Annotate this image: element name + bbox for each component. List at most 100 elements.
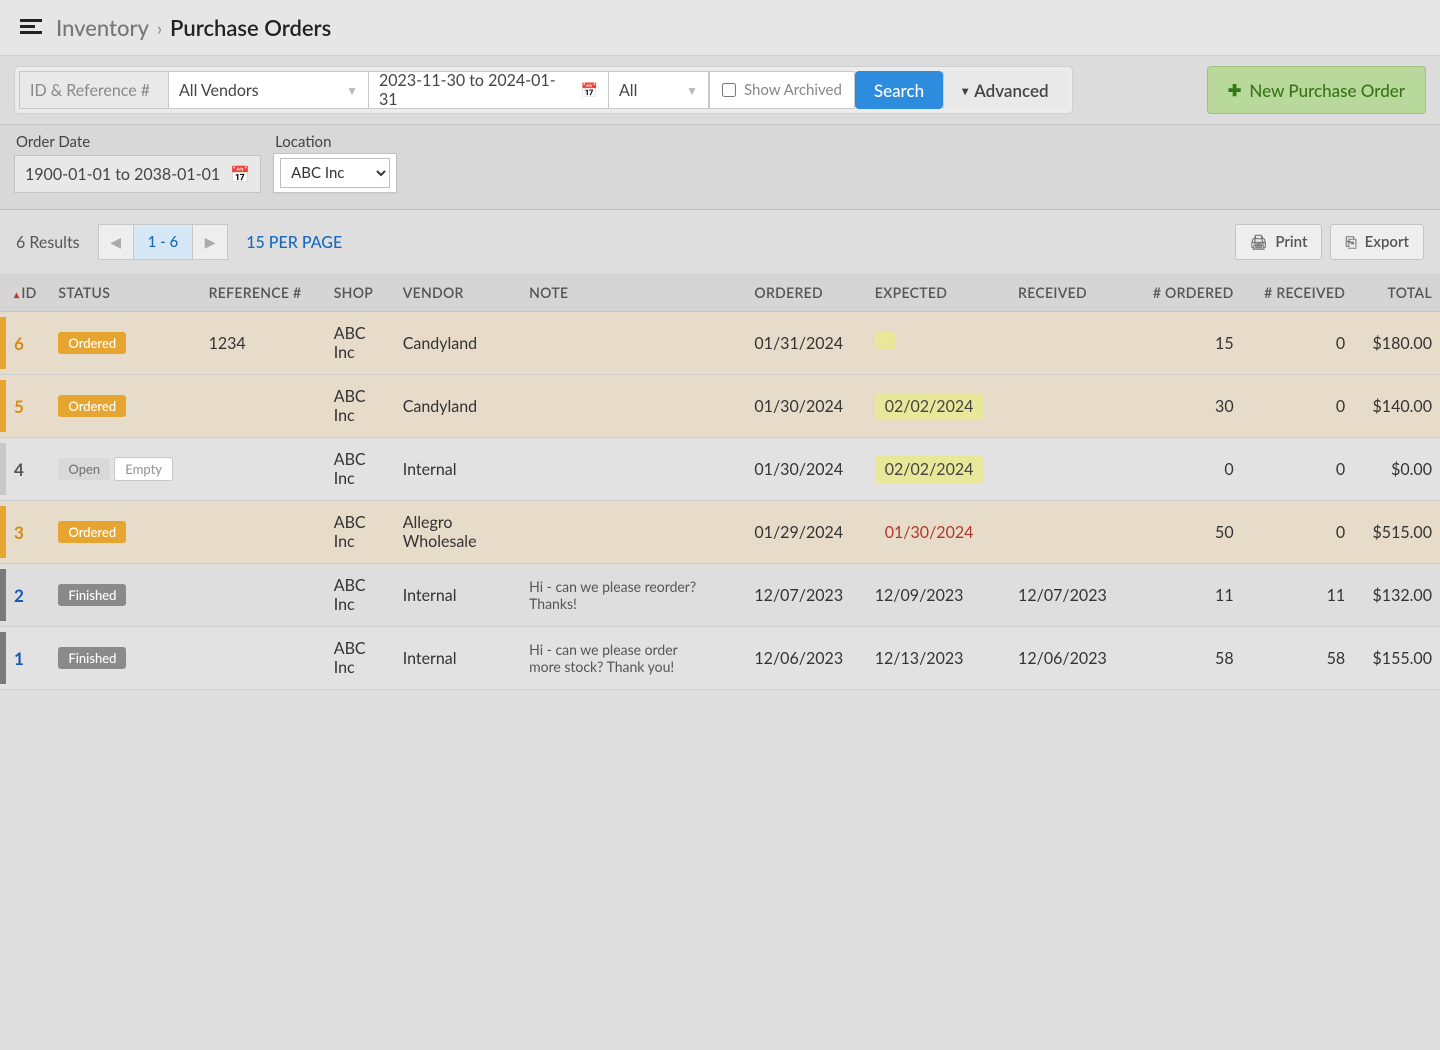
order-id-link[interactable]: 6	[14, 333, 24, 354]
nordered-cell: 30	[1130, 375, 1241, 438]
reference-cell: 1234	[201, 312, 326, 375]
show-archived-checkbox[interactable]	[722, 83, 736, 97]
chevron-down-icon: ▾	[962, 83, 968, 98]
shop-cell: ABC Inc	[326, 438, 395, 501]
advanced-toggle[interactable]: ▾ Advanced	[943, 71, 1068, 109]
breadcrumb-parent[interactable]: Inventory	[56, 14, 149, 41]
nordered-cell: 50	[1130, 501, 1241, 564]
col-total[interactable]: TOTAL	[1353, 274, 1440, 312]
col-nordered[interactable]: # ORDERED	[1130, 274, 1241, 312]
status-badge: Ordered	[58, 395, 126, 417]
per-page-select[interactable]: 15 PER PAGE	[246, 233, 342, 252]
nreceived-cell: 0	[1242, 375, 1354, 438]
export-button[interactable]: ⎘ Export	[1330, 224, 1424, 260]
table-row[interactable]: 6 Ordered 1234 ABC Inc Candyland 01/31/2…	[0, 312, 1440, 375]
location-select[interactable]: ABC Inc	[280, 158, 390, 188]
received-date-cell	[1010, 501, 1130, 564]
status-select[interactable]: All ▼	[609, 71, 709, 109]
date-range-input[interactable]: 2023-11-30 to 2024-01-31 📅	[369, 71, 609, 109]
pager-next[interactable]: ▶	[192, 224, 228, 260]
order-id-link[interactable]: 1	[14, 648, 24, 669]
col-reference[interactable]: REFERENCE #	[201, 274, 326, 312]
table-row[interactable]: 3 Ordered ABC Inc Allegro Wholesale 01/2…	[0, 501, 1440, 564]
col-shop[interactable]: SHOP	[326, 274, 395, 312]
expected-date: 01/30/2024	[875, 519, 984, 546]
total-cell: $0.00	[1353, 438, 1440, 501]
new-purchase-order-button[interactable]: ✚ New Purchase Order	[1207, 66, 1426, 114]
col-vendor[interactable]: VENDOR	[395, 274, 521, 312]
col-id[interactable]: ▴ID	[6, 274, 50, 312]
pager: ◀ 1 - 6 ▶	[98, 224, 229, 260]
shop-cell: ABC Inc	[326, 312, 395, 375]
col-received[interactable]: RECEIVED	[1010, 274, 1130, 312]
total-cell: $180.00	[1353, 312, 1440, 375]
received-date-cell: 12/07/2023	[1010, 564, 1130, 627]
results-count: 6 Results	[16, 233, 80, 252]
export-icon: ⎘	[1345, 233, 1356, 251]
search-input[interactable]: ID & Reference #	[19, 71, 169, 109]
nordered-cell: 11	[1130, 564, 1241, 627]
filter-group: ID & Reference # All Vendors ▼ 2023-11-3…	[14, 66, 1073, 114]
table-row[interactable]: 4 Open Empty ABC Inc Internal 01/30/2024…	[0, 438, 1440, 501]
reference-cell	[201, 564, 326, 627]
order-id-link[interactable]: 3	[14, 522, 24, 543]
caret-down-icon: ▼	[346, 83, 358, 98]
col-nreceived[interactable]: # RECEIVED	[1242, 274, 1354, 312]
print-button[interactable]: 🖨 Print	[1235, 224, 1323, 260]
order-date-filter: Order Date 1900-01-01 to 2038-01-01 📅	[14, 133, 261, 193]
order-id-link[interactable]: 2	[14, 585, 24, 606]
order-date-input[interactable]: 1900-01-01 to 2038-01-01 📅	[14, 155, 261, 193]
chevron-right-icon: ›	[157, 17, 162, 39]
total-cell: $140.00	[1353, 375, 1440, 438]
breadcrumb-header: Inventory › Purchase Orders	[0, 0, 1440, 56]
print-icon: 🖨	[1250, 233, 1268, 251]
orders-table: ▴ID STATUS REFERENCE # SHOP VENDOR NOTE …	[0, 274, 1440, 690]
shop-cell: ABC Inc	[326, 564, 395, 627]
advanced-filters: Order Date 1900-01-01 to 2038-01-01 📅 Lo…	[0, 125, 1440, 210]
vendor-select[interactable]: All Vendors ▼	[169, 71, 369, 109]
table-row[interactable]: 5 Ordered ABC Inc Candyland 01/30/2024 0…	[0, 375, 1440, 438]
nordered-cell: 0	[1130, 438, 1241, 501]
table-row[interactable]: 2 Finished ABC Inc Internal Hi - can we …	[0, 564, 1440, 627]
status-badge: Finished	[58, 647, 126, 669]
search-placeholder: ID & Reference #	[30, 81, 150, 100]
order-id-link[interactable]: 5	[14, 396, 24, 417]
breadcrumb-current: Purchase Orders	[170, 14, 331, 41]
received-date-cell	[1010, 375, 1130, 438]
sort-asc-icon: ▴	[14, 289, 19, 301]
total-cell: $132.00	[1353, 564, 1440, 627]
expected-date: 12/09/2023	[875, 586, 964, 605]
nordered-cell: 15	[1130, 312, 1241, 375]
vendor-cell: Candyland	[395, 375, 521, 438]
shop-cell: ABC Inc	[326, 627, 395, 690]
ordered-date-cell: 01/31/2024	[746, 312, 866, 375]
search-button[interactable]: Search	[855, 71, 943, 109]
col-ordered[interactable]: ORDERED	[746, 274, 866, 312]
vendor-cell: Internal	[395, 627, 521, 690]
reference-cell	[201, 501, 326, 564]
nordered-cell: 58	[1130, 627, 1241, 690]
pager-range[interactable]: 1 - 6	[134, 224, 193, 260]
order-id-link[interactable]: 4	[14, 459, 24, 480]
pager-prev[interactable]: ◀	[98, 224, 134, 260]
vendor-cell: Candyland	[395, 312, 521, 375]
col-status[interactable]: STATUS	[50, 274, 200, 312]
col-note[interactable]: NOTE	[521, 274, 746, 312]
status-badge-empty: Empty	[114, 457, 173, 481]
received-date-cell	[1010, 312, 1130, 375]
show-archived-toggle[interactable]: Show Archived	[709, 71, 855, 109]
order-date-label: Order Date	[14, 133, 261, 151]
reference-cell	[201, 627, 326, 690]
vendor-cell: Internal	[395, 438, 521, 501]
status-badge: Ordered	[58, 521, 126, 543]
location-label: Location	[273, 133, 397, 151]
col-expected[interactable]: EXPECTED	[867, 274, 1010, 312]
reference-cell	[201, 375, 326, 438]
expected-date	[875, 332, 895, 350]
note-cell: Hi - can we please order more stock? Tha…	[529, 641, 709, 675]
plus-icon: ✚	[1228, 81, 1241, 100]
table-row[interactable]: 1 Finished ABC Inc Internal Hi - can we …	[0, 627, 1440, 690]
reference-cell	[201, 438, 326, 501]
nreceived-cell: 58	[1242, 627, 1354, 690]
ordered-date-cell: 01/29/2024	[746, 501, 866, 564]
